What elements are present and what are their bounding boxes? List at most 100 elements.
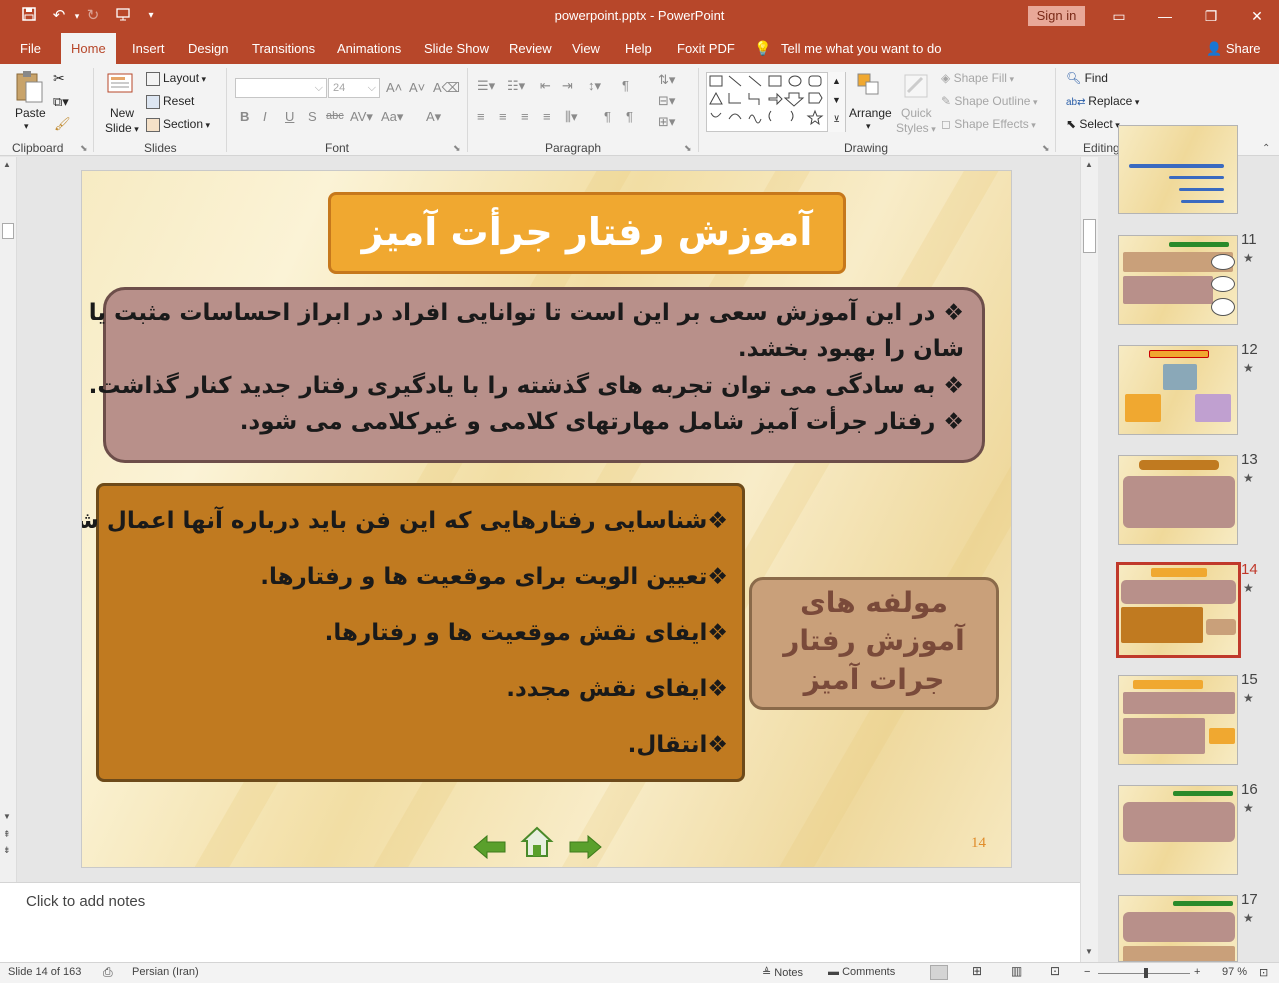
- slide-thumbnail[interactable]: [1118, 785, 1238, 875]
- shape-fill-button[interactable]: ◈ Shape Fill ▾: [941, 71, 1014, 85]
- slide-thumbnail[interactable]: [1118, 455, 1238, 545]
- tab-transitions[interactable]: Transitions: [242, 33, 325, 64]
- underline-button[interactable]: U: [285, 109, 294, 124]
- smartart-icon[interactable]: ⊞▾: [658, 114, 675, 130]
- fit-to-window-icon[interactable]: ⊡: [1259, 966, 1268, 979]
- tab-help[interactable]: Help: [615, 33, 662, 64]
- new-slide-button[interactable]: Slide ▾: [105, 121, 139, 135]
- thumbnail-scrollbar[interactable]: ▲ ▼: [1080, 157, 1098, 962]
- shapes-scroll[interactable]: ▲ ▼ ⊻: [827, 72, 845, 132]
- slide-thumbnail[interactable]: [1118, 895, 1238, 962]
- reset-button[interactable]: Reset: [146, 94, 194, 109]
- tab-slide-show[interactable]: Slide Show: [414, 33, 499, 64]
- previous-slide-icon[interactable]: ⇞: [3, 829, 11, 840]
- zoom-level[interactable]: 97 %: [1222, 966, 1247, 978]
- section-button[interactable]: Section ▾: [146, 117, 210, 132]
- font-launcher-icon[interactable]: ⬊: [453, 143, 461, 154]
- clipboard-launcher-icon[interactable]: ⬊: [80, 143, 88, 154]
- tab-home[interactable]: Home: [61, 33, 116, 64]
- spellcheck-icon[interactable]: ⎙: [103, 965, 113, 980]
- align-text-icon[interactable]: ⊟▾: [658, 93, 675, 109]
- zoom-in-button[interactable]: +: [1194, 966, 1200, 978]
- paste-dropdown-icon[interactable]: ▾: [24, 121, 29, 132]
- slide-thumbnail[interactable]: [1118, 345, 1238, 435]
- quick-styles-icon[interactable]: [902, 72, 930, 103]
- tab-insert[interactable]: Insert: [122, 33, 175, 64]
- language-indicator[interactable]: Persian (Iran): [132, 966, 199, 978]
- rtl-icon[interactable]: ¶: [622, 78, 629, 93]
- increase-indent-icon[interactable]: ⇥: [562, 78, 573, 94]
- comments-toggle[interactable]: ▬ Comments: [828, 966, 895, 978]
- align-center-icon[interactable]: ≡: [499, 109, 507, 124]
- line-spacing-icon[interactable]: ↕▾: [588, 78, 601, 94]
- bold-button[interactable]: B: [240, 109, 249, 124]
- character-spacing-icon[interactable]: AV▾: [350, 109, 373, 125]
- quick-styles-label-1[interactable]: Quick: [901, 106, 932, 120]
- current-slide[interactable]: آموزش رفتار جرأت آمیز ❖ در این آموزش سعی…: [81, 170, 1012, 868]
- new-slide-icon[interactable]: [106, 72, 136, 103]
- slide-thumbnail[interactable]: [1118, 125, 1238, 214]
- tab-review[interactable]: Review: [499, 33, 562, 64]
- scroll-down-icon[interactable]: ▼: [3, 812, 11, 821]
- slide-sorter-icon[interactable]: ⊞: [972, 964, 982, 978]
- next-slide-icon[interactable]: ⇟: [3, 845, 11, 856]
- shape-effects-button[interactable]: ◻ Shape Effects ▾: [941, 117, 1036, 131]
- numbering-icon[interactable]: ☷▾: [507, 78, 525, 94]
- font-size-box[interactable]: 24 ⌵: [328, 78, 380, 98]
- tab-view[interactable]: View: [562, 33, 610, 64]
- ltr-paragraph-icon[interactable]: ¶: [626, 109, 633, 124]
- arrange-icon[interactable]: [856, 72, 882, 101]
- decrease-indent-icon[interactable]: ⇤: [540, 78, 551, 94]
- zoom-slider-thumb[interactable]: [1144, 968, 1148, 978]
- new-slide-label-1[interactable]: New: [110, 106, 134, 120]
- drawing-launcher-icon[interactable]: ⬊: [1042, 143, 1050, 154]
- forward-arrow-icon[interactable]: [567, 834, 603, 860]
- paste-icon[interactable]: [14, 70, 44, 106]
- text-shadow-button[interactable]: S: [308, 109, 317, 124]
- slide-thumbnail[interactable]: [1118, 235, 1238, 325]
- notes-placeholder[interactable]: Click to add notes: [26, 893, 145, 910]
- normal-view-icon[interactable]: [930, 965, 948, 980]
- clear-formatting-icon[interactable]: A⌫: [433, 80, 460, 96]
- scroll-thumb[interactable]: [1083, 219, 1096, 253]
- slideshow-view-icon[interactable]: ⊡: [1050, 964, 1060, 978]
- intro-text-box[interactable]: ❖ در این آموزش سعی بر این است تا توانایی…: [82, 287, 985, 463]
- shape-outline-button[interactable]: ✎ Shape Outline ▾: [941, 94, 1037, 108]
- font-color-icon[interactable]: A▾: [426, 109, 441, 125]
- zoom-out-button[interactable]: −: [1084, 966, 1090, 978]
- align-right-icon[interactable]: ≡: [521, 109, 529, 124]
- notes-toggle[interactable]: ≜ Notes: [762, 966, 803, 979]
- find-button[interactable]: 🔍︎ Find: [1066, 71, 1108, 85]
- shapes-gallery[interactable]: [706, 72, 846, 132]
- tab-animations[interactable]: Animations: [327, 33, 411, 64]
- italic-button[interactable]: I: [263, 109, 267, 124]
- slide-vertical-scrollbar[interactable]: ▲ ▼ ⇞ ⇟: [0, 157, 17, 882]
- notes-pane[interactable]: Click to add notes: [0, 882, 1080, 962]
- tab-file[interactable]: File: [10, 33, 51, 64]
- close-button[interactable]: ✕: [1242, 4, 1272, 28]
- grow-font-icon[interactable]: A˄: [386, 80, 402, 95]
- paragraph-launcher-icon[interactable]: ⬊: [684, 143, 692, 154]
- cut-icon[interactable]: ✂: [53, 70, 65, 87]
- back-arrow-icon[interactable]: [472, 834, 508, 860]
- text-direction-icon[interactable]: ⇅▾: [658, 72, 675, 88]
- layout-button[interactable]: Layout ▾: [146, 71, 206, 86]
- steps-text-box[interactable]: ❖شناسایی رفتارهایی که این فن باید درباره…: [82, 483, 745, 782]
- rtl-paragraph-icon[interactable]: ¶: [604, 109, 611, 124]
- components-box[interactable]: مولفه های آموزش رفتار جرات آمیز: [749, 577, 999, 710]
- slide-thumbnail[interactable]: [1118, 675, 1238, 765]
- tell-me-search[interactable]: Tell me what you want to do: [781, 33, 941, 64]
- collapse-ribbon-icon[interactable]: ⌃: [1262, 143, 1270, 154]
- change-case-icon[interactable]: Aa▾: [381, 109, 403, 125]
- columns-icon[interactable]: ⫼▾: [565, 109, 578, 125]
- slide-thumbnail-selected[interactable]: [1116, 562, 1241, 658]
- strikethrough-button[interactable]: abc: [326, 110, 344, 122]
- arrange-button[interactable]: Arrange: [849, 106, 892, 120]
- slide-title-box[interactable]: آموزش رفتار جرأت آمیز: [328, 192, 846, 274]
- select-button[interactable]: ⬉ Select ▾: [1066, 117, 1120, 131]
- home-icon[interactable]: [520, 825, 554, 859]
- tab-foxit-pdf[interactable]: Foxit PDF: [667, 33, 745, 64]
- align-left-icon[interactable]: ≡: [477, 109, 485, 124]
- reading-view-icon[interactable]: ▥: [1011, 964, 1022, 978]
- scroll-up-icon[interactable]: ▲: [3, 160, 11, 169]
